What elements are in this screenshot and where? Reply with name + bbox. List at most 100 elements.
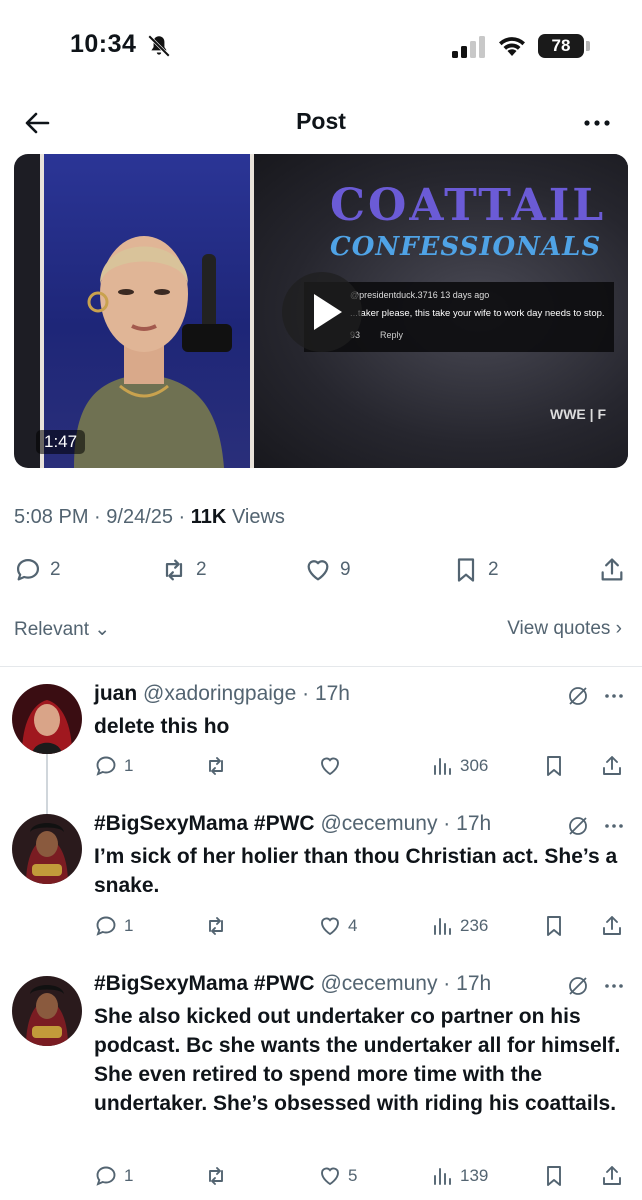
wwe-logo: WWE | F (550, 406, 607, 422)
bookmark-button[interactable] (542, 1162, 572, 1190)
more-options-icon[interactable] (602, 974, 626, 998)
share-button[interactable] (600, 1162, 630, 1190)
reply-header: #BigSexyMama #PWC @cecemuny · 17h (94, 972, 491, 996)
chevron-right-icon: › (615, 618, 622, 639)
view-quotes-link[interactable]: View quotes › (507, 618, 622, 640)
reply-author-handle[interactable]: @cecemuny (320, 812, 437, 835)
share-icon (603, 756, 621, 775)
reply-actions: 1 5 139 (94, 1162, 634, 1190)
reply-separator: · (437, 812, 457, 835)
bell-muted-icon (148, 35, 170, 57)
reply-time: 17h (456, 812, 492, 835)
views-count: 139 (460, 1166, 489, 1185)
more-options-icon[interactable] (602, 684, 626, 708)
like-count: 5 (348, 1166, 358, 1185)
grok-icon[interactable] (566, 974, 590, 998)
video-player[interactable]: COATTAIL CONFESSIONALS @presidentduck.37… (14, 154, 628, 468)
post-actions: 2 2 9 2 (0, 550, 642, 590)
reply-actions: 1 4 236 (94, 912, 634, 940)
avatar[interactable] (12, 814, 82, 884)
repost-count: 2 (196, 559, 207, 580)
grok-icon[interactable] (566, 684, 590, 708)
analytics-icon (434, 918, 451, 935)
reply-item[interactable]: #BigSexyMama #PWC @cecemuny · 17h I’m si… (0, 812, 642, 962)
views-count: 236 (460, 916, 489, 935)
overlay-title-line1: COATTAIL (330, 180, 607, 231)
post-meta: 5:08 PM · 9/24/25 · 11K Views (14, 506, 285, 528)
bookmark-icon (547, 916, 561, 936)
reply-separator: · (296, 682, 315, 705)
like-count: 4 (348, 916, 358, 935)
more-options-icon[interactable] (582, 108, 612, 138)
bookmark-button[interactable]: 2 (452, 550, 499, 590)
like-button[interactable] (318, 752, 348, 780)
share-icon (603, 916, 621, 935)
heart-icon (307, 560, 329, 581)
play-icon (314, 294, 342, 330)
reply-count: 2 (50, 559, 61, 580)
reply-text: She also kicked out undertaker co partne… (94, 1005, 621, 1115)
heart-icon (321, 757, 339, 776)
views-button[interactable]: 306 (430, 752, 488, 780)
reply-author-name[interactable]: juan (94, 682, 137, 705)
reply-author-handle[interactable]: @cecemuny (320, 972, 437, 995)
bookmark-button[interactable] (542, 752, 572, 780)
like-button[interactable]: 9 (304, 550, 351, 590)
reply-author-handle[interactable]: @xadoringpaige (143, 682, 296, 705)
repost-button[interactable] (204, 1162, 234, 1190)
heart-icon (321, 1167, 339, 1186)
share-icon (601, 558, 623, 581)
share-icon (603, 1166, 621, 1185)
overlay-comment-text: ...taker please, this take your wife to … (350, 308, 605, 319)
overlay-comment-meta: 93 Reply (350, 330, 403, 340)
repost-button[interactable] (204, 912, 234, 940)
bookmark-button[interactable] (542, 912, 572, 940)
repost-icon (209, 1167, 223, 1185)
reply-button[interactable]: 2 (14, 550, 61, 590)
bookmark-icon (547, 1166, 561, 1186)
reply-button[interactable]: 1 (94, 1162, 133, 1190)
status-bar: 10:34 78 (0, 0, 642, 90)
reply-icon (96, 756, 116, 776)
reply-button[interactable]: 1 (94, 752, 133, 780)
reply-count: 1 (124, 756, 134, 775)
repost-button[interactable]: 2 (160, 550, 207, 590)
avatar[interactable] (12, 976, 82, 1046)
views-button[interactable]: 139 (430, 1162, 488, 1190)
like-button[interactable]: 5 (318, 1162, 357, 1190)
reply-text: delete this ho (94, 715, 230, 738)
reply-icon (96, 916, 116, 936)
reply-author-name[interactable]: #BigSexyMama #PWC (94, 812, 315, 835)
bookmark-icon (457, 558, 475, 582)
cellular-signal-icon (452, 36, 485, 58)
wifi-icon (499, 37, 525, 56)
post-views-count: 11K (190, 506, 227, 528)
avatar[interactable] (12, 684, 82, 754)
heart-icon (321, 917, 339, 936)
reply-item[interactable]: juan @xadoringpaige · 17h delete this ho… (0, 682, 642, 812)
reply-button[interactable]: 1 (94, 912, 133, 940)
share-button[interactable] (600, 752, 630, 780)
repost-button[interactable] (204, 752, 234, 780)
bookmark-icon (547, 756, 561, 776)
post-views-label: Views (231, 506, 285, 528)
post-date: 9/24/25 (106, 506, 173, 528)
share-button[interactable] (600, 912, 630, 940)
post-time: 5:08 PM (14, 506, 89, 528)
reply-author-name[interactable]: #BigSexyMama #PWC (94, 972, 315, 995)
sort-relevant-dropdown[interactable]: Relevant ⌄ (14, 618, 110, 641)
page-title: Post (296, 108, 346, 134)
reply-item[interactable]: #BigSexyMama #PWC @cecemuny · 17h She al… (0, 972, 642, 1200)
like-count: 9 (340, 559, 351, 580)
share-button[interactable] (598, 550, 634, 590)
more-options-icon[interactable] (602, 814, 626, 838)
reply-separator: · (437, 972, 457, 995)
grok-icon[interactable] (566, 814, 590, 838)
reply-time: 17h (314, 682, 350, 705)
video-duration: 1:47 (36, 430, 86, 454)
like-button[interactable]: 4 (318, 912, 357, 940)
reply-text: I’m sick of her holier than thou Christi… (94, 845, 618, 897)
views-button[interactable]: 236 (430, 912, 488, 940)
repost-icon (165, 559, 183, 581)
sort-relevant-label: Relevant (14, 619, 89, 640)
